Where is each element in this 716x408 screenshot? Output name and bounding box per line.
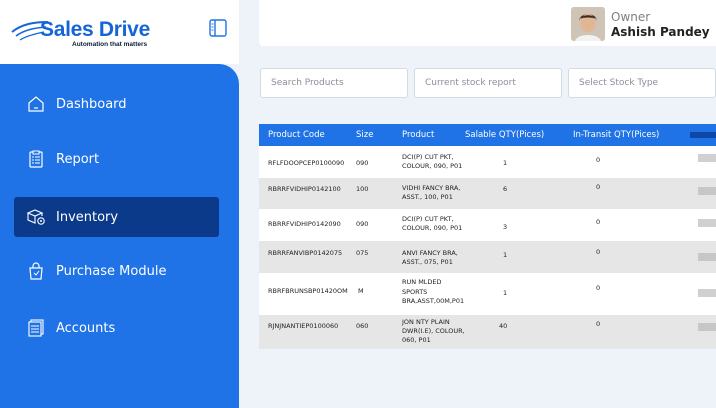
cell-in-transit-qty: 0 xyxy=(596,284,601,292)
cell-product-line: BRA,ASST,00M,P01 xyxy=(402,297,465,305)
cell-salable-qty: 40 xyxy=(499,322,508,330)
table-row[interactable]: RBRRFVIDHIP0142100 100 VIDHI FANCY BRA, … xyxy=(259,178,716,209)
cell-in-transit-qty: 0 xyxy=(596,156,601,164)
cell-product-line: SPORTS xyxy=(402,288,428,296)
shopping-bag-icon xyxy=(26,261,46,281)
cell-product-line: COLOUR, 090, P01 xyxy=(402,162,463,170)
cell-product-line: COLOUR, 090, P01 xyxy=(402,224,463,232)
column-header-size: Size xyxy=(356,130,374,140)
sidebar-item-report[interactable]: Report xyxy=(14,139,219,179)
report-icon xyxy=(26,149,46,169)
cell-product-line: VIDHI FANCY BRA, xyxy=(402,184,461,192)
avatar[interactable] xyxy=(571,7,605,41)
home-icon xyxy=(26,94,46,114)
cell-product-code: RJNJNANTIEP0100060 xyxy=(268,322,339,330)
cell-product-code: RBRRFANVIBP0142075 xyxy=(268,249,343,257)
cell-size: 060 xyxy=(356,322,369,330)
sidebar: Dashboard Report Inventory Purchase Modu… xyxy=(0,64,239,408)
cell-overflow xyxy=(698,187,716,195)
cell-product-code: RFLFDOOPCEP0100090 xyxy=(268,159,345,167)
sidebar-item-purchase-module[interactable]: Purchase Module xyxy=(14,251,219,291)
cell-salable-qty: 1 xyxy=(503,159,508,167)
cell-product-line: JON NTY PLAIN xyxy=(402,318,450,326)
user-avatar-icon xyxy=(571,7,605,41)
cell-product-code: RBRRFVIDHIP0142100 xyxy=(268,185,341,193)
column-header-salable-qty: Salable QTY(Pices) xyxy=(465,130,545,140)
cell-salable-qty: 1 xyxy=(503,289,508,297)
sidebar-item-label: Dashboard xyxy=(56,96,127,112)
cell-product-line: DCI(P) CUT PKT, xyxy=(402,153,454,161)
cell-overflow xyxy=(698,154,716,162)
cell-product-code: RBRFBRUNSBP01420OM xyxy=(268,287,348,295)
brand-header: Sales Drive Automation that matters xyxy=(0,0,239,64)
user-name: Ashish Pandey xyxy=(611,25,710,39)
cell-in-transit-qty: 0 xyxy=(596,320,601,328)
cell-product-code: RBRRFVIDHIP0142090 xyxy=(268,220,341,228)
table-row[interactable]: RFLFDOOPCEP0100090 090 DCI(P) CUT PKT, C… xyxy=(259,146,716,178)
cell-overflow xyxy=(698,289,716,297)
table-row[interactable]: RBRFBRUNSBP01420OM M RUN MLDED SPORTS BR… xyxy=(259,273,716,315)
cell-size: 090 xyxy=(356,220,369,228)
table-row[interactable]: RBRRFANVIBP0142075 075 ANVI FANCY BRA, A… xyxy=(259,241,716,273)
cell-overflow xyxy=(698,219,716,227)
cell-product-line: ASST., 075, P01 xyxy=(402,258,453,266)
table-header: Product Code Size Product Salable QTY(Pi… xyxy=(259,124,716,146)
stock-type-select[interactable]: Select Stock Type xyxy=(568,68,716,98)
cell-in-transit-qty: 0 xyxy=(596,218,601,226)
table-row[interactable]: RBRRFVIDHIP0142090 090 DCI(P) CUT PKT, C… xyxy=(259,209,716,241)
sidebar-item-label: Report xyxy=(56,151,100,167)
cell-product-line: DCI(P) CUT PKT, xyxy=(402,215,454,223)
inventory-icon xyxy=(26,207,46,227)
cell-product-line: ASST., 100, P01 xyxy=(402,193,453,201)
sidebar-item-label: Accounts xyxy=(56,320,116,336)
logo: Sales Drive Automation that matters xyxy=(10,14,160,54)
sidebar-item-label: Inventory xyxy=(56,209,119,225)
sidebar-item-accounts[interactable]: Accounts xyxy=(14,308,219,348)
cell-size: 075 xyxy=(356,249,369,257)
sidebar-item-label: Purchase Module xyxy=(56,263,167,279)
sidebar-toggle-icon[interactable] xyxy=(209,19,227,37)
search-products-input[interactable]: Search Products xyxy=(260,68,408,98)
brand-tagline: Automation that matters xyxy=(72,41,148,48)
cell-size: 100 xyxy=(356,185,369,193)
cell-in-transit-qty: 0 xyxy=(596,183,601,191)
user-role: Owner xyxy=(611,10,651,24)
cell-salable-qty: 6 xyxy=(503,185,508,193)
accounts-icon xyxy=(26,318,46,338)
inventory-table: Product Code Size Product Salable QTY(Pi… xyxy=(259,124,716,349)
column-header-product-code: Product Code xyxy=(268,130,325,140)
app-root: Sales Drive Automation that matters Dash… xyxy=(0,0,716,408)
cell-product-line: ANVI FANCY BRA, xyxy=(402,249,458,257)
cell-salable-qty: 1 xyxy=(503,251,508,259)
cell-in-transit-qty: 0 xyxy=(596,248,601,256)
column-header-product: Product xyxy=(402,130,435,140)
cell-product-line: DWR(I.E), COLOUR, xyxy=(402,327,465,335)
stock-report-select[interactable]: Current stock report xyxy=(414,68,562,98)
cell-product-line: 060, P01 xyxy=(402,336,431,344)
column-header-in-transit-qty: In-Transit QTY(Pices) xyxy=(573,130,660,140)
cell-size: M xyxy=(358,287,364,295)
cell-product-line: RUN MLDED xyxy=(402,278,442,286)
cell-overflow xyxy=(698,323,716,331)
table-row[interactable]: RJNJNANTIEP0100060 060 JON NTY PLAIN DWR… xyxy=(259,315,716,349)
cell-overflow xyxy=(698,253,716,261)
cell-size: 090 xyxy=(356,159,369,167)
cell-salable-qty: 3 xyxy=(503,223,508,231)
column-header-overflow xyxy=(690,132,716,138)
brand-title: Sales Drive xyxy=(40,18,150,41)
sidebar-item-dashboard[interactable]: Dashboard xyxy=(14,84,219,124)
sidebar-item-inventory[interactable]: Inventory xyxy=(14,197,219,237)
